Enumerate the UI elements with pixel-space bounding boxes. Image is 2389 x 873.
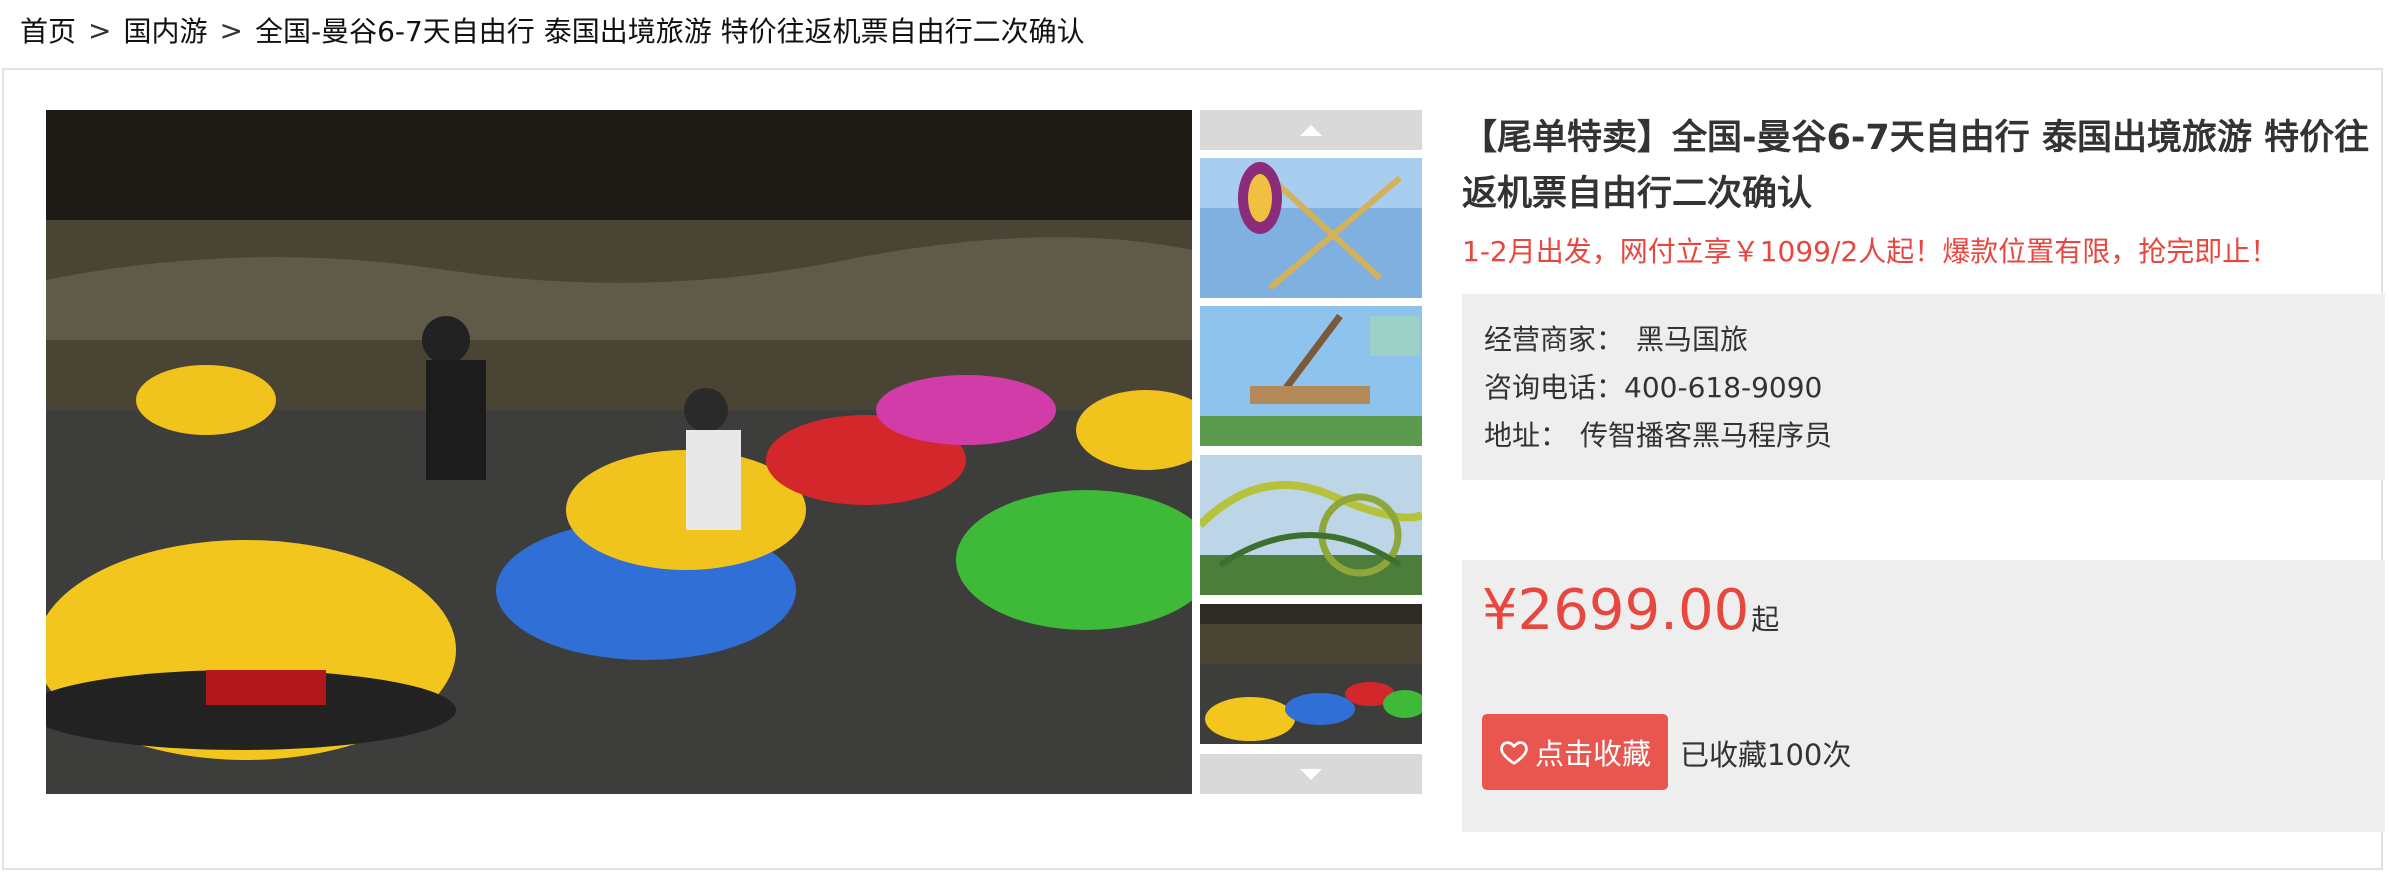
favorite-button-label: 点击收藏 <box>1534 737 1651 771</box>
arrow-up-icon <box>1300 124 1322 136</box>
product-panel: 【尾单特卖】全国-曼谷6-7天自由行 泰国出境旅游 特价往返机票自由行二次确认 … <box>2 68 2385 870</box>
merchant-name-row: 经营商家： 黑马国旅 <box>1484 318 1748 358</box>
arrow-down-icon <box>1300 768 1322 780</box>
merchant-address-value: 传智播客黑马程序员 <box>1580 419 1833 452</box>
price-amount: ¥2699.00 <box>1482 578 1750 643</box>
price: ¥2699.00 起 <box>1482 578 1779 643</box>
main-product-image <box>46 110 1192 794</box>
promo-text: 1-2月出发，网付立享￥1099/2人起！爆款位置有限，抢完即止！ <box>1462 235 2279 268</box>
merchant-address-label: 地址： <box>1484 419 1569 452</box>
thumbnail-scroll-down-button[interactable] <box>1200 754 1422 794</box>
merchant-phone-value: 400-618-9090 <box>1624 371 1823 404</box>
merchant-phone-row: 咨询电话：400-618-9090 <box>1484 366 1822 406</box>
merchant-address-row: 地址： 传智播客黑马程序员 <box>1484 414 1832 454</box>
thumbnail-strip <box>1200 110 1422 794</box>
breadcrumb-separator: > <box>219 13 243 47</box>
breadcrumb-separator: > <box>88 13 112 47</box>
breadcrumb-home[interactable]: 首页 <box>20 10 76 50</box>
merchant-name-value: 黑马国旅 <box>1636 323 1749 356</box>
favorite-count: 已收藏100次 <box>1680 738 1852 772</box>
breadcrumb-current-product: 全国-曼谷6-7天自由行 泰国出境旅游 特价往返机票自由行二次确认 <box>254 15 1085 48</box>
thumbnail-scroll-up-button[interactable] <box>1200 110 1422 150</box>
price-suffix: 起 <box>1751 603 1780 636</box>
product-title: 【尾单特卖】全国-曼谷6-7天自由行 泰国出境旅游 特价往返机票自由行二次确认 <box>1462 118 2370 214</box>
price-box: ¥2699.00 起 点击收藏 已收藏100次 <box>1462 560 2385 832</box>
merchant-name-label: 经营商家： <box>1484 323 1625 356</box>
thumbnail-4[interactable] <box>1200 604 1422 744</box>
thumbnail-2[interactable] <box>1200 306 1422 446</box>
thumbnail-3[interactable] <box>1200 455 1422 595</box>
thumbnail-1[interactable] <box>1200 158 1422 298</box>
merchant-phone-label: 咨询电话： <box>1484 371 1625 404</box>
breadcrumb-domestic-travel[interactable]: 国内游 <box>123 10 207 50</box>
heart-icon <box>1500 741 1528 765</box>
favorite-button[interactable]: 点击收藏 <box>1482 714 1668 790</box>
breadcrumb: 首页 > 国内游 > 全国-曼谷6-7天自由行 泰国出境旅游 特价往返机票自由行… <box>20 6 1085 54</box>
merchant-info: 经营商家： 黑马国旅 咨询电话：400-618-9090 地址： 传智播客黑马程序员 <box>1462 294 2385 480</box>
